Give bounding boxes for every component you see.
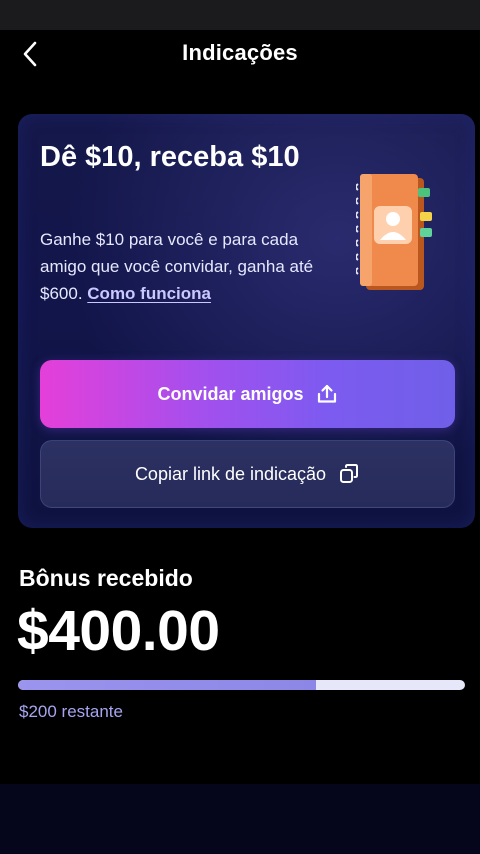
status-bar xyxy=(0,0,480,30)
copy-referral-link-button[interactable]: Copiar link de indicação xyxy=(40,440,455,508)
contacts-notebook-icon xyxy=(356,174,432,290)
bottom-bar xyxy=(0,784,480,854)
invite-friends-button[interactable]: Convidar amigos xyxy=(40,360,455,428)
bonus-progress-bar xyxy=(18,680,465,690)
bonus-received-label: Bônus recebido xyxy=(19,565,193,591)
referral-promo-card: Dê $10, receba $10 Ganhe $10 para você e… xyxy=(18,114,475,528)
bonus-remaining-text: $200 restante xyxy=(19,702,123,721)
promo-title: Dê $10, receba $10 xyxy=(40,141,300,173)
how-it-works-link[interactable]: Como funciona xyxy=(87,284,211,303)
copy-button-label: Copiar link de indicação xyxy=(134,463,327,484)
share-upload-icon xyxy=(317,384,336,403)
bonus-progress-fill xyxy=(18,680,317,690)
promo-description: Ganhe $10 para você e para cada amigo qu… xyxy=(40,226,330,307)
nav-bar: Indicações xyxy=(0,30,480,80)
copy-icon xyxy=(340,464,359,483)
invite-button-label: Convidar amigos xyxy=(157,383,304,404)
page-title: Indicações xyxy=(182,40,298,65)
bonus-amount: $400.00 xyxy=(17,599,220,663)
